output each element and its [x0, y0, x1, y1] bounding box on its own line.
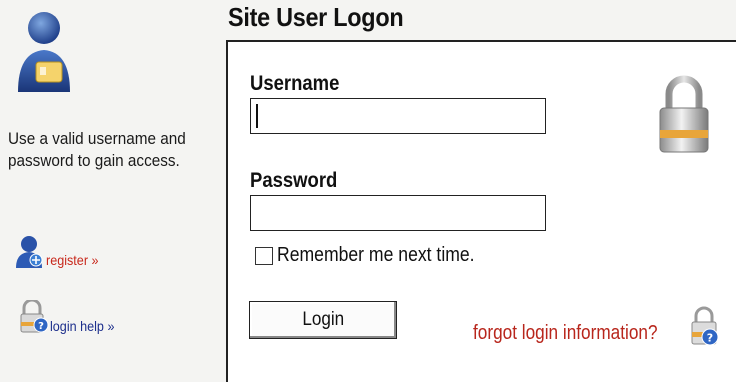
page-title: Site User Logon — [228, 2, 404, 32]
user-add-icon — [16, 236, 43, 268]
login-button[interactable]: Login — [249, 301, 397, 339]
register-label: register » — [46, 252, 99, 268]
login-help-label: login help » — [50, 318, 115, 334]
lock-help-icon[interactable]: ? — [688, 305, 722, 349]
text-cursor — [256, 104, 258, 128]
lock-help-icon: ? — [20, 300, 49, 333]
svg-text:?: ? — [707, 332, 713, 345]
forgot-login-link[interactable]: forgot login information? — [473, 322, 658, 345]
user-avatar-icon — [18, 12, 70, 92]
password-input[interactable] — [250, 195, 546, 231]
padlock-icon — [659, 75, 709, 153]
login-button-label: Login — [302, 309, 344, 330]
help-text: Use a valid username and password to gai… — [8, 129, 186, 170]
sidebar: Use a valid username and password to gai… — [0, 0, 222, 372]
svg-text:?: ? — [38, 321, 44, 332]
remember-me-checkbox[interactable] — [255, 246, 273, 265]
login-help-link[interactable]: ? login help » — [18, 300, 122, 336]
remember-me-option[interactable]: Remember me next time. — [255, 244, 502, 267]
password-label: Password — [250, 169, 338, 192]
username-input[interactable] — [250, 98, 546, 134]
register-link[interactable]: register » — [14, 234, 104, 270]
username-label: Username — [250, 72, 340, 95]
remember-me-label: Remember me next time. — [277, 244, 475, 266]
